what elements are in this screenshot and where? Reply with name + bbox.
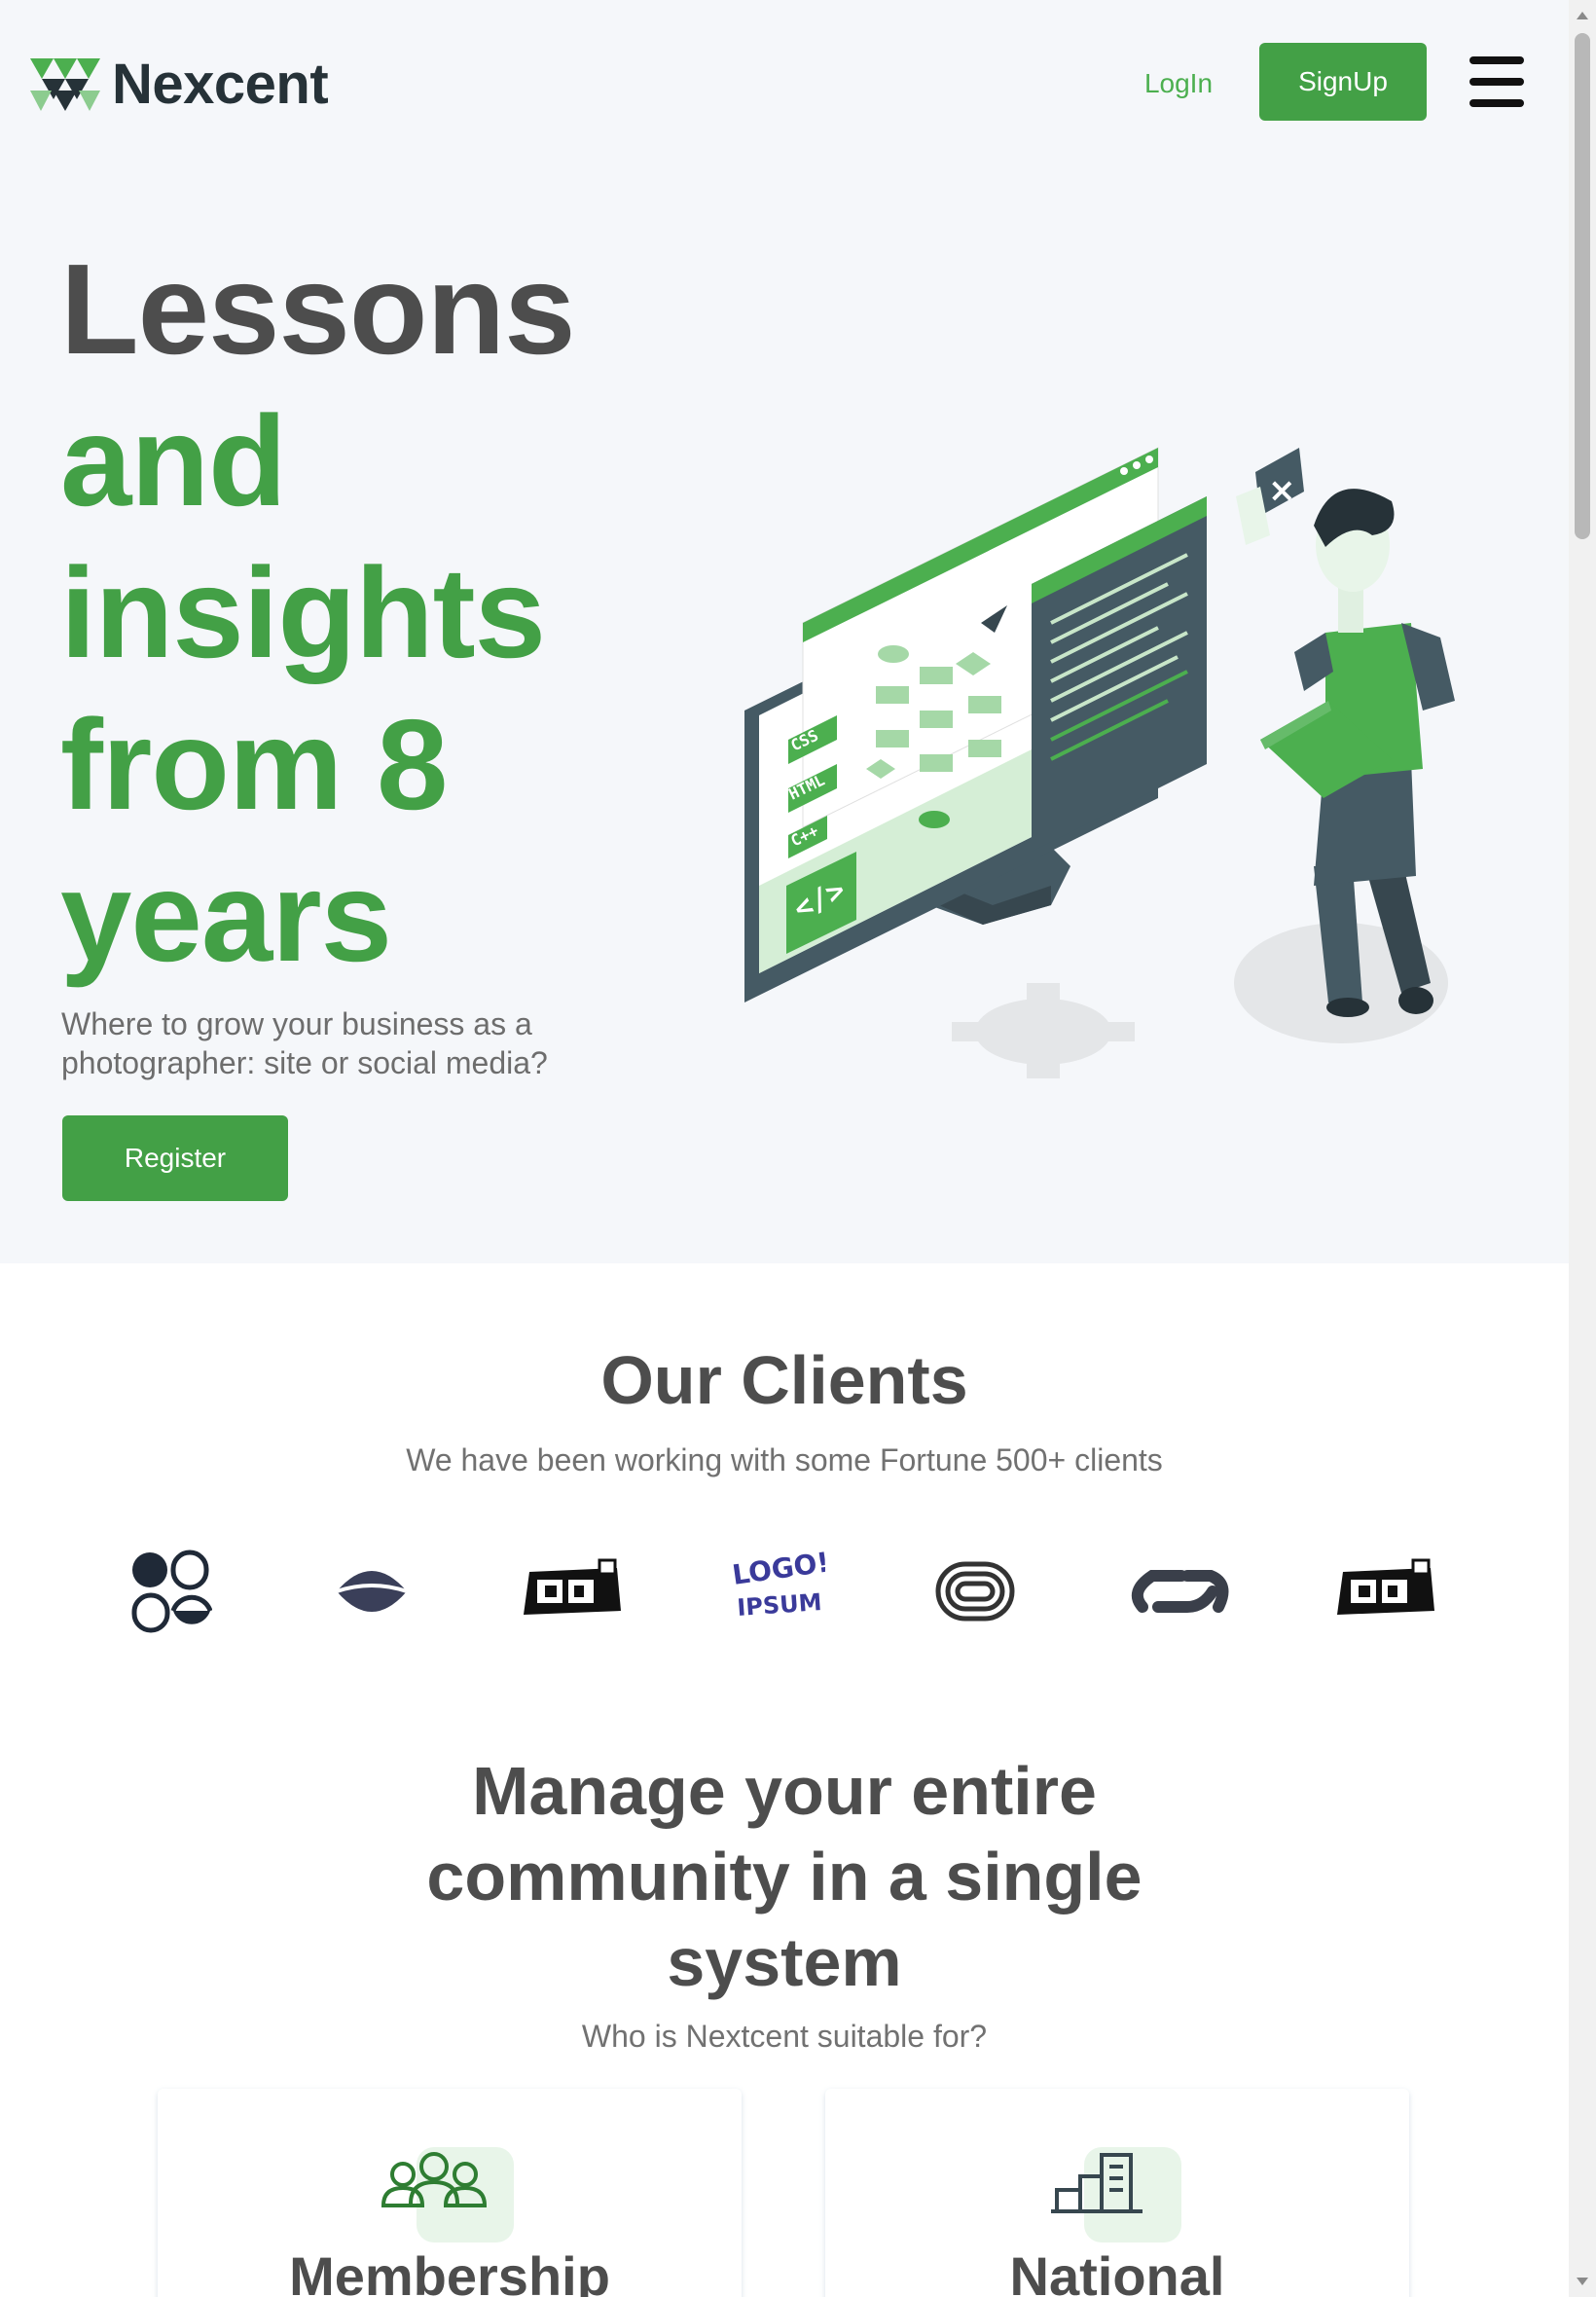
client-logo-1 xyxy=(131,1550,212,1633)
card-title-membership: Membership xyxy=(289,2245,610,2297)
scroll-down-arrow-icon[interactable] xyxy=(1577,2278,1588,2285)
card-title-national: National xyxy=(1009,2245,1225,2297)
client-logo-2 xyxy=(336,1571,408,1612)
client-logo-6 xyxy=(1131,1570,1229,1613)
signup-button[interactable]: SignUp xyxy=(1259,43,1427,121)
community-title: Manage your entire community in a single… xyxy=(426,1753,1143,2000)
client-logo-7 xyxy=(1337,1558,1434,1615)
login-link[interactable]: LogIn xyxy=(1127,62,1230,105)
client-logo-4: LOGO! IPSUM xyxy=(728,1546,831,1635)
client-logo-row: LOGO! IPSUM xyxy=(127,1546,1450,1635)
brand-name: Nexcent xyxy=(112,53,329,116)
clients-subtitle: We have been working with some Fortune 5… xyxy=(406,1442,1163,1477)
hero-title-line-4: from 8 xyxy=(60,693,448,836)
feature-card-membership[interactable]: Membership xyxy=(158,2089,742,2297)
hero-title-line-2: and xyxy=(60,389,287,532)
hamburger-menu-icon[interactable] xyxy=(1469,56,1524,107)
scrollbar-thumb[interactable] xyxy=(1575,33,1590,539)
people-group-icon xyxy=(381,2147,514,2242)
hero-title-line-1: Lessons xyxy=(60,237,576,381)
hero-title-line-3: insights xyxy=(60,541,546,684)
gear-icon xyxy=(952,983,1135,1078)
scroll-up-arrow-icon[interactable] xyxy=(1577,12,1588,19)
feature-card-national[interactable]: National xyxy=(825,2089,1409,2297)
clients-title: Our Clients xyxy=(600,1342,968,1418)
buildings-icon xyxy=(1051,2147,1181,2242)
logo-icon xyxy=(30,57,100,111)
developer-illustration: CSS HTML C++ </> × xyxy=(744,447,1455,1078)
hero-title: Lessons and insights from 8 years xyxy=(60,234,683,993)
site-header: Nexcent LogIn SignUp xyxy=(0,0,1569,165)
page-scrollbar[interactable] xyxy=(1569,0,1596,2297)
register-button[interactable]: Register xyxy=(62,1115,288,1201)
hero-subtitle: Where to grow your business as a photogr… xyxy=(61,1006,548,1080)
logo-ipsum-wordmark-bottom: IPSUM xyxy=(736,1588,822,1622)
hero-title-line-5: years xyxy=(60,845,392,988)
svg-text:×: × xyxy=(1268,471,1296,510)
client-logo-3 xyxy=(524,1558,621,1615)
brand-logo[interactable]: Nexcent xyxy=(30,52,329,117)
community-subtitle: Who is Nextcent suitable for? xyxy=(581,2019,988,2054)
hero-section: Lessons and insights from 8 years Where … xyxy=(0,165,1569,1263)
person-figure xyxy=(1236,487,1455,1017)
logo-ipsum-wordmark-top: LOGO! xyxy=(730,1548,825,1591)
client-logo-5 xyxy=(935,1561,1015,1622)
